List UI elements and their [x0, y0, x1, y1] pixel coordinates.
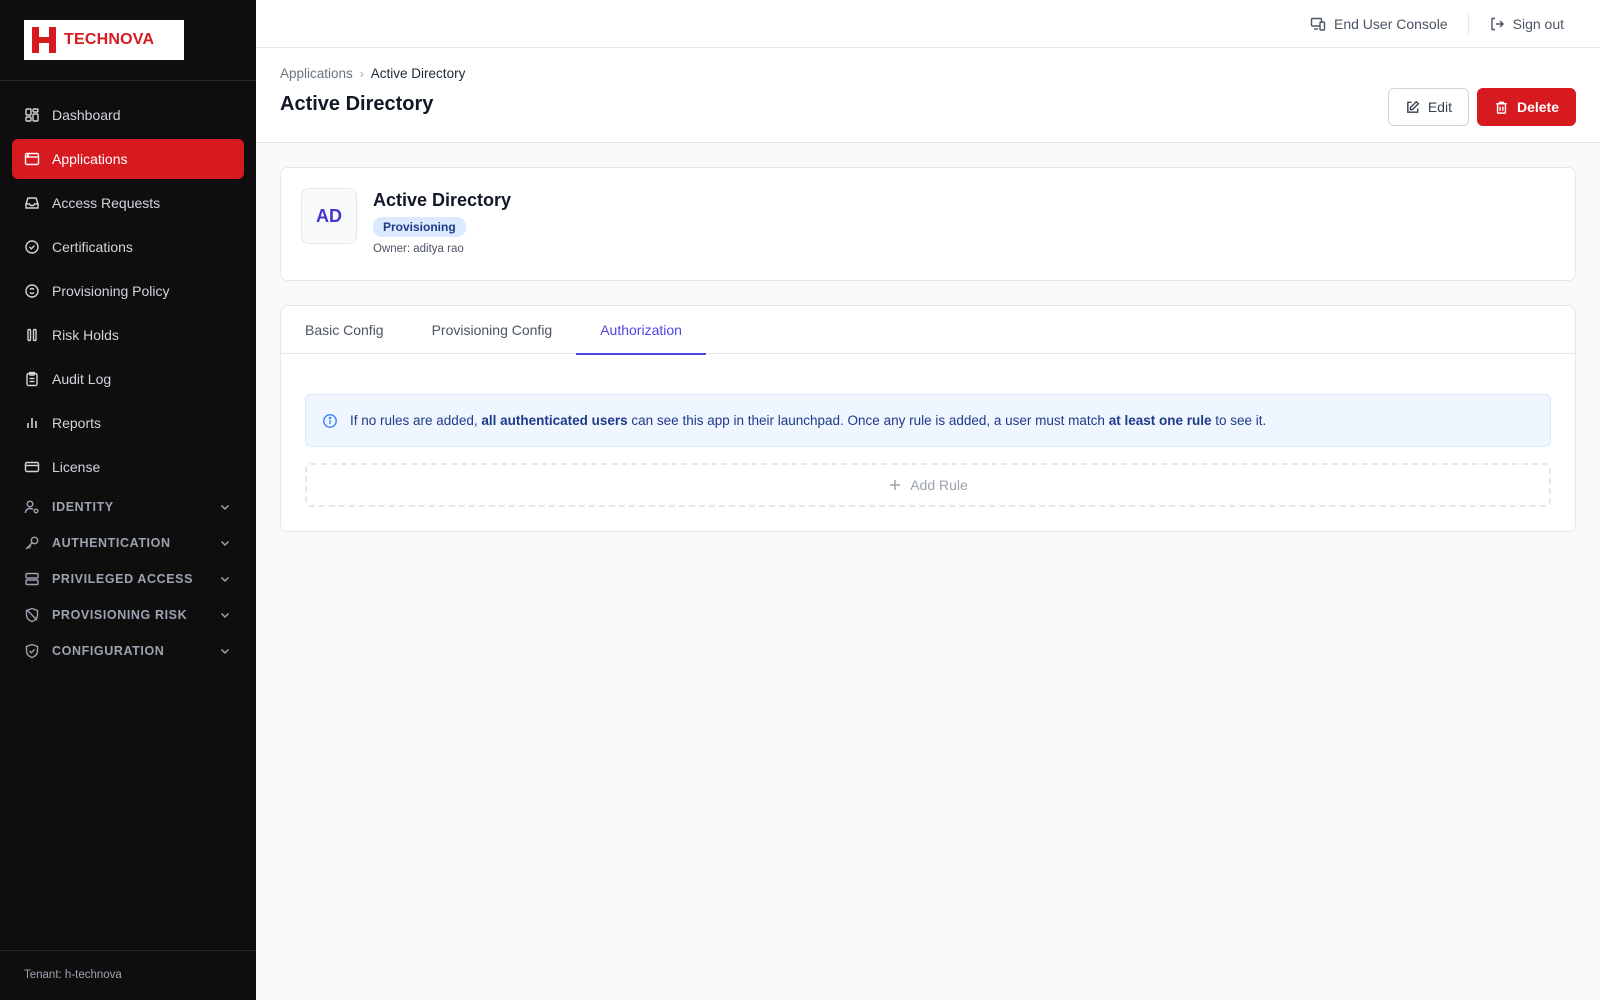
trash-icon: [1496, 101, 1507, 114]
sidebar-item-label: Audit Log: [52, 371, 112, 387]
user-gear-icon: [24, 499, 40, 515]
tab-provisioning-config[interactable]: Provisioning Config: [408, 306, 577, 354]
sidebar-item-provisioning-policy[interactable]: Provisioning Policy: [12, 271, 244, 311]
sidebar-group-provisioning-risk[interactable]: PROVISIONING RISK: [12, 599, 244, 631]
end-user-console-link[interactable]: End User Console: [1310, 16, 1448, 32]
sidebar-item-label: Access Requests: [52, 195, 161, 211]
sidebar-group-label: AUTHENTICATION: [52, 536, 171, 550]
sidebar-group-label: PRIVILEGED ACCESS: [52, 572, 194, 586]
chevron-down-icon: [220, 504, 230, 511]
sign-out-link[interactable]: Sign out: [1489, 16, 1564, 32]
topbar: End User Console Sign out: [256, 0, 1600, 48]
clipboard-icon: [24, 371, 40, 387]
policy-icon: [24, 283, 40, 299]
tab-basic-config[interactable]: Basic Config: [281, 306, 408, 354]
sidebar-group-identity[interactable]: IDENTITY: [12, 491, 244, 523]
sidebar-item-access-requests[interactable]: Access Requests: [12, 183, 244, 223]
tab-bar: Basic Config Provisioning Config Authori…: [281, 306, 1575, 355]
sidebar-nav: Dashboard Applications Access Requests C…: [0, 81, 256, 667]
sidebar-item-label: Risk Holds: [52, 327, 119, 343]
chevron-down-icon: [220, 540, 230, 547]
sidebar-item-reports[interactable]: Reports: [12, 403, 244, 443]
chevron-right-icon: ›: [359, 66, 364, 81]
brand-name: TECHNOVA: [64, 31, 155, 48]
sidebar-group-label: CONFIGURATION: [52, 644, 165, 658]
sidebar-group-label: IDENTITY: [52, 500, 114, 514]
sign-out-label: Sign out: [1512, 15, 1564, 32]
breadcrumb-current: Active Directory: [370, 66, 466, 81]
info-text-part: to see it.: [1211, 413, 1267, 428]
sidebar-item-applications[interactable]: Applications: [12, 139, 244, 179]
page-title: Active Directory: [280, 93, 434, 115]
sidebar-item-dashboard[interactable]: Dashboard: [12, 95, 244, 135]
brand-logo[interactable]: TECHNOVA: [24, 20, 184, 60]
edit-label: Edit: [1427, 99, 1452, 115]
inbox-icon: [24, 195, 40, 211]
sidebar-item-label: Provisioning Policy: [52, 283, 170, 299]
logo-area: TECHNOVA: [0, 0, 256, 81]
info-icon: [323, 413, 337, 428]
add-rule-button[interactable]: Add Rule: [305, 463, 1551, 507]
app-info: Active Directory Provisioning Owner: adi…: [373, 188, 511, 260]
sign-out-icon: [1490, 17, 1504, 30]
breadcrumb-parent-link[interactable]: Applications: [280, 66, 353, 81]
server-icon: [24, 571, 40, 587]
page-header: Applications › Active Directory Active D…: [256, 48, 1600, 143]
card-icon: [24, 459, 40, 475]
sidebar-group-configuration[interactable]: CONFIGURATION: [12, 635, 244, 667]
delete-button[interactable]: Delete: [1476, 88, 1576, 126]
app-avatar: AD: [301, 188, 357, 244]
sidebar: TECHNOVA Dashboard Applications Access R…: [0, 0, 256, 1000]
add-rule-label: Add Rule: [910, 477, 968, 493]
sidebar-item-audit-log[interactable]: Audit Log: [12, 359, 244, 399]
key-icon: [24, 535, 40, 551]
sidebar-item-risk-holds[interactable]: Risk Holds: [12, 315, 244, 355]
status-badge: Provisioning: [373, 217, 466, 237]
app-summary-card: AD Active Directory Provisioning Owner: …: [280, 167, 1576, 281]
chevron-down-icon: [220, 612, 230, 619]
app-name: Active Directory: [373, 190, 512, 210]
dashboard-icon: [24, 107, 40, 123]
sidebar-item-license[interactable]: License: [12, 447, 244, 487]
sidebar-item-certifications[interactable]: Certifications: [12, 227, 244, 267]
info-text-emphasis: at least one rule: [1108, 413, 1212, 428]
breadcrumb: Applications › Active Directory: [280, 66, 1576, 81]
shield-check-icon: [24, 643, 40, 659]
bar-chart-icon: [24, 415, 40, 431]
tenant-label: Tenant: h-technova: [0, 950, 256, 1000]
shield-off-icon: [24, 607, 40, 623]
sidebar-item-label: Applications: [52, 151, 128, 167]
check-circle-icon: [24, 239, 40, 255]
plus-icon: [890, 480, 901, 490]
header-actions: Edit Delete: [1387, 88, 1576, 126]
sidebar-item-label: License: [52, 459, 101, 475]
brand-logo-mark-icon: [32, 27, 56, 53]
topbar-divider: [1467, 12, 1469, 35]
chevron-down-icon: [220, 576, 230, 583]
info-text-part: If no rules are added,: [350, 413, 482, 428]
sidebar-item-label: Reports: [52, 415, 102, 431]
edit-icon: [1406, 100, 1420, 113]
config-panel: Basic Config Provisioning Config Authori…: [280, 305, 1576, 532]
tab-authorization[interactable]: Authorization: [576, 306, 706, 355]
info-text-emphasis: all authenticated users: [481, 413, 628, 428]
pause-icon: [24, 327, 40, 343]
sidebar-item-label: Certifications: [52, 239, 133, 255]
delete-label: Delete: [1516, 99, 1559, 115]
devices-icon: [1310, 17, 1326, 31]
chevron-down-icon: [220, 648, 230, 655]
info-text: If no rules are added, all authenticated…: [350, 413, 1266, 428]
sidebar-group-privileged-access[interactable]: PRIVILEGED ACCESS: [12, 563, 244, 595]
authorization-info-banner: If no rules are added, all authenticated…: [305, 394, 1551, 447]
info-text-part: can see this app in their launchpad. Onc…: [627, 413, 1109, 428]
edit-button[interactable]: Edit: [1387, 88, 1469, 126]
sidebar-item-label: Dashboard: [52, 107, 121, 123]
app-owner: Owner: aditya rao: [373, 243, 464, 255]
sidebar-group-label: PROVISIONING RISK: [52, 608, 188, 622]
sidebar-group-authentication[interactable]: AUTHENTICATION: [12, 527, 244, 559]
applications-icon: [24, 151, 40, 167]
end-user-console-label: End User Console: [1334, 15, 1448, 32]
